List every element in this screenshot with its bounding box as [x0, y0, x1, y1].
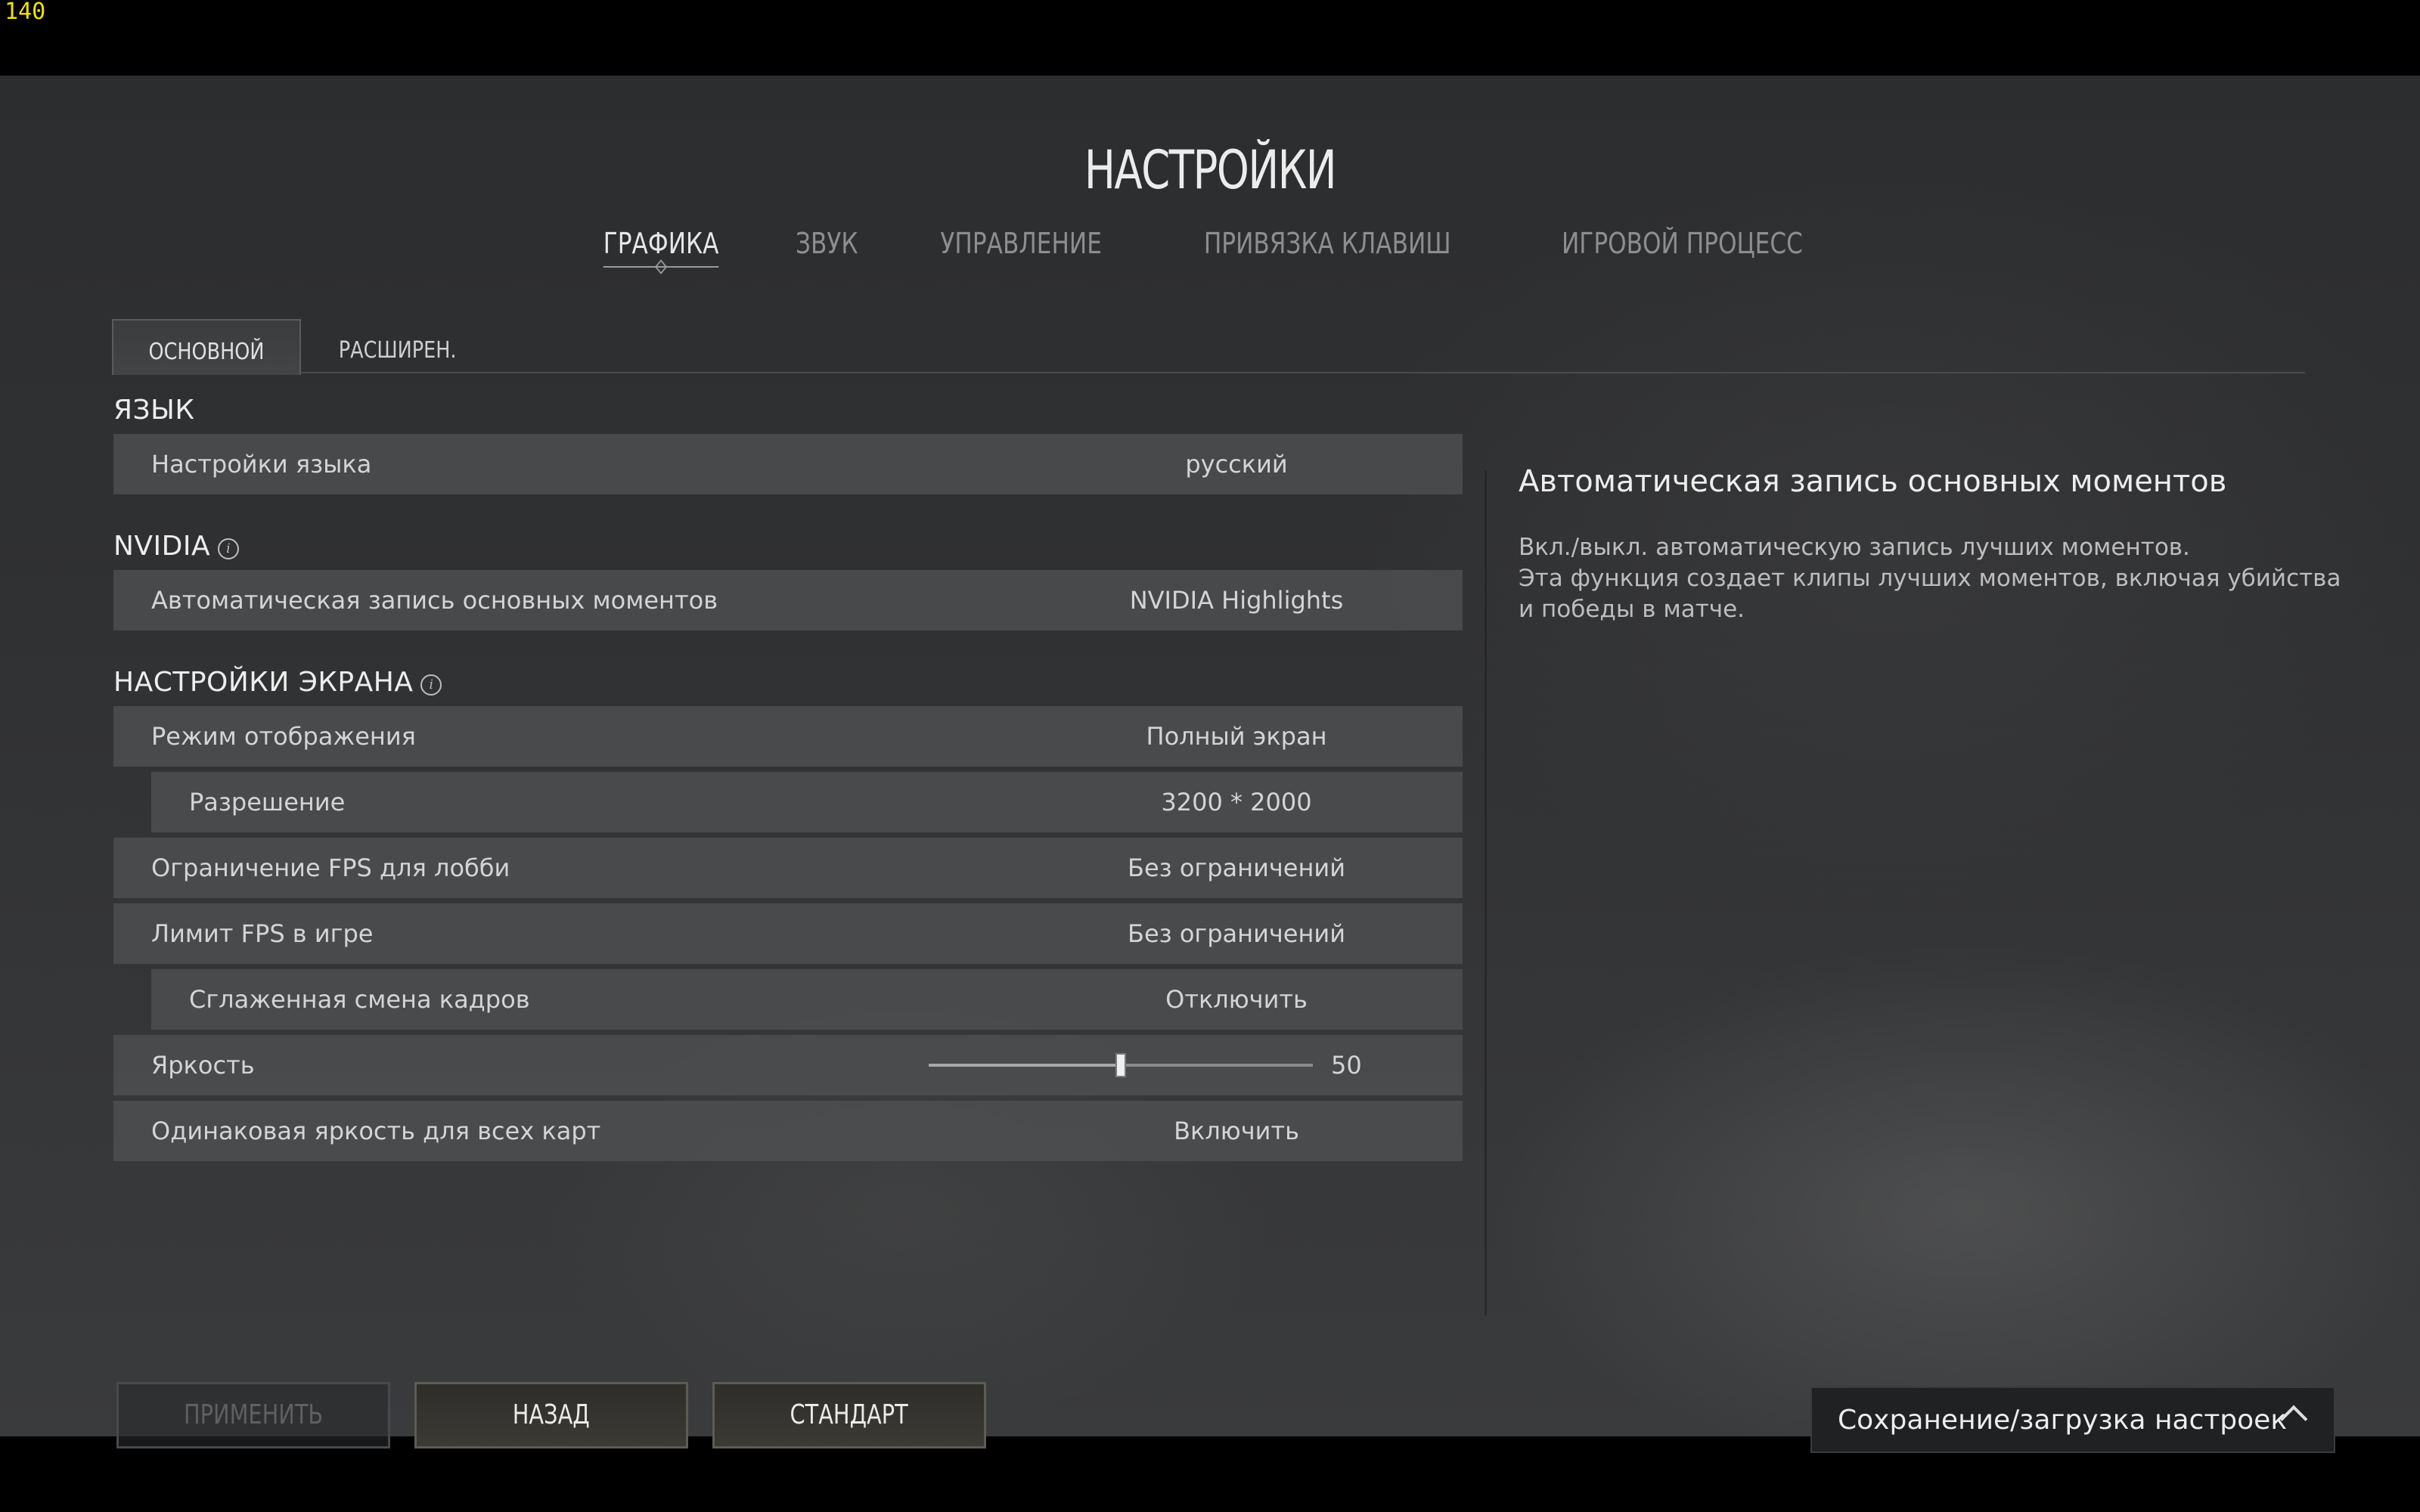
- fps-counter: 140: [5, 0, 46, 25]
- main-tabs: ГРАФИКА ЗВУК УПРАВЛЕНИЕ ПРИВЯЗКА КЛАВИШ …: [0, 227, 2420, 268]
- row-value: NVIDIA Highlights: [1129, 586, 1344, 615]
- panel-divider: [1485, 470, 1487, 1315]
- row-label: Яркость: [151, 1051, 255, 1080]
- row-nvidia-highlights[interactable]: Автоматическая запись основных моментов …: [113, 570, 1463, 631]
- tab-graphics[interactable]: ГРАФИКА: [603, 227, 719, 268]
- description-title: Автоматическая запись основных моментов: [1519, 464, 2227, 499]
- row-label: Лимит FPS в игре: [151, 919, 374, 948]
- brightness-slider[interactable]: [929, 1053, 1313, 1077]
- back-button[interactable]: НАЗАД: [414, 1382, 688, 1448]
- subtabs: ОСНОВНОЙ РАСШИРЕН.: [112, 319, 2305, 375]
- tab-controls[interactable]: УПРАВЛЕНИЕ: [940, 227, 1101, 268]
- slider-fill: [929, 1064, 1121, 1067]
- save-load-settings-dropdown[interactable]: Сохранение/загрузка настроек: [1810, 1387, 2335, 1453]
- row-label: Автоматическая запись основных моментов: [151, 586, 718, 615]
- subtab-basic-label: ОСНОВНОЙ: [148, 339, 265, 365]
- save-load-label: Сохранение/загрузка настроек: [1838, 1405, 2288, 1436]
- row-value: Включить: [1174, 1117, 1299, 1145]
- row-display-mode[interactable]: Режим отображения Полный экран: [113, 706, 1463, 767]
- section-screen-header: НАСТРОЙКИ ЭКРАНА i: [113, 667, 442, 698]
- subtab-advanced[interactable]: РАСШИРЕН.: [307, 319, 489, 373]
- section-nvidia-header: NVIDIA i: [113, 531, 240, 562]
- settings-screen: НАСТРОЙКИ ГРАФИКА ЗВУК УПРАВЛЕНИЕ ПРИВЯЗ…: [0, 76, 2420, 1453]
- section-screen-title: НАСТРОЙКИ ЭКРАНА: [113, 667, 414, 698]
- row-label: Ограничение FPS для лобби: [151, 854, 510, 882]
- brightness-value: 50: [1331, 1051, 1362, 1080]
- row-value: Отключить: [1165, 985, 1308, 1014]
- row-language[interactable]: Настройки языка русский: [113, 434, 1463, 494]
- row-lobby-fps-limit[interactable]: Ограничение FPS для лобби Без ограничени…: [113, 838, 1463, 898]
- description-line: и победы в матче.: [1519, 596, 1745, 623]
- subtab-basic[interactable]: ОСНОВНОЙ: [112, 319, 301, 375]
- row-value: 3200 * 2000: [1161, 788, 1312, 816]
- row-label: Сглаженная смена кадров: [189, 985, 530, 1014]
- description-line: Эта функция создает клипы лучших моменто…: [1519, 565, 2341, 592]
- apply-button[interactable]: ПРИМЕНИТЬ: [116, 1382, 390, 1448]
- description-body: Вкл./выкл. автоматическую запись лучших …: [1519, 532, 2341, 625]
- section-language-title: ЯЗЫК: [113, 395, 195, 426]
- row-value: Без ограничений: [1128, 854, 1345, 882]
- row-value: русский: [1185, 450, 1288, 479]
- info-icon[interactable]: i: [420, 674, 442, 696]
- row-label: Режим отображения: [151, 722, 416, 751]
- row-label: Настройки языка: [151, 450, 372, 479]
- row-value: Полный экран: [1146, 722, 1327, 751]
- tab-sound[interactable]: ЗВУК: [796, 227, 858, 268]
- tab-gameplay[interactable]: ИГРОВОЙ ПРОЦЕСС: [1562, 227, 1803, 268]
- row-same-brightness[interactable]: Одинаковая яркость для всех карт Включит…: [113, 1101, 1463, 1161]
- info-icon[interactable]: i: [218, 538, 240, 559]
- default-button[interactable]: СТАНДАРТ: [712, 1382, 986, 1448]
- row-label: Одинаковая яркость для всех карт: [151, 1117, 601, 1145]
- section-nvidia-title: NVIDIA: [113, 531, 211, 562]
- row-smooth-frame[interactable]: Сглаженная смена кадров Отключить: [151, 969, 1463, 1030]
- page-title: НАСТРОЙКИ: [1084, 139, 1337, 201]
- tab-keybindings[interactable]: ПРИВЯЗКА КЛАВИШ: [1204, 227, 1451, 268]
- slider-thumb[interactable]: [1115, 1053, 1126, 1077]
- back-button-label: НАЗАД: [512, 1399, 591, 1430]
- row-brightness: Яркость 50: [113, 1035, 1463, 1095]
- default-button-label: СТАНДАРТ: [790, 1399, 909, 1430]
- section-language-header: ЯЗЫК: [113, 395, 194, 426]
- apply-button-label: ПРИМЕНИТЬ: [183, 1399, 324, 1430]
- row-value: Без ограничений: [1128, 919, 1345, 948]
- row-label: Разрешение: [189, 788, 346, 816]
- row-resolution[interactable]: Разрешение 3200 * 2000: [151, 772, 1463, 832]
- description-line: Вкл./выкл. автоматическую запись лучших …: [1519, 534, 2190, 561]
- subtab-advanced-label: РАСШИРЕН.: [339, 337, 457, 364]
- row-ingame-fps-limit[interactable]: Лимит FPS в игре Без ограничений: [113, 903, 1463, 964]
